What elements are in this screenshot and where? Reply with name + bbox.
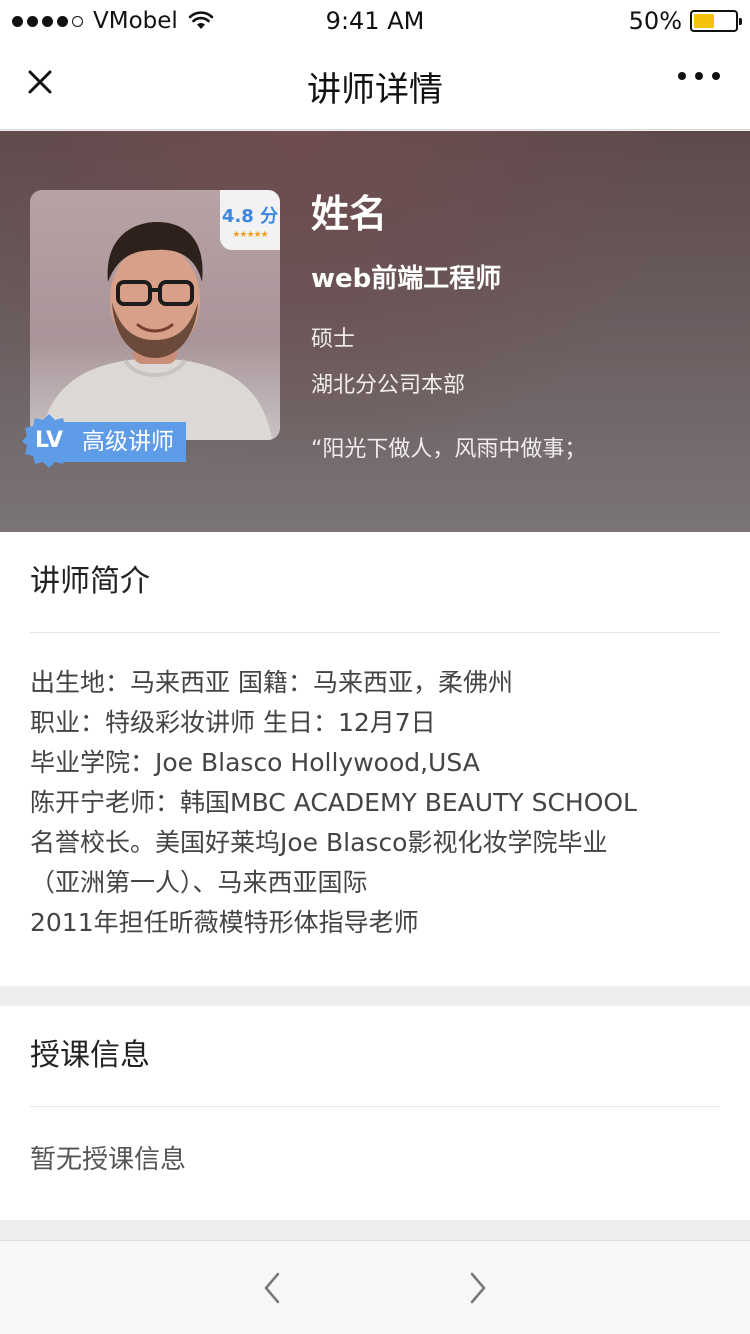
course-info-section: 授课信息 暂无授课信息	[0, 1006, 750, 1220]
back-arrow-icon[interactable]	[262, 1271, 282, 1305]
rating-score: 4.8 分	[221, 206, 279, 227]
battery-level-fill	[694, 14, 714, 28]
teacher-intro-section: 讲师简介 出生地：马来西亚 国籍：马来西亚，柔佛州 职业：特级彩妆讲师 生日：1…	[0, 532, 750, 986]
teacher-motto: “阳光下做人，风雨中做事；	[311, 437, 587, 462]
section-title: 授课信息	[30, 1006, 720, 1107]
intro-line: 陈开宁老师：韩国MBC ACADEMY BEAUTY SCHOOL	[30, 788, 637, 817]
page-title: 讲师详情	[307, 70, 443, 110]
course-empty-text: 暂无授课信息	[30, 1145, 187, 1175]
intro-line: 出生地：马来西亚 国籍：马来西亚，柔佛州	[30, 668, 513, 697]
rating-badge: 4.8 分 ★★★★★	[220, 190, 280, 250]
teacher-job-title: web前端工程师	[311, 264, 502, 294]
status-bar: VMobel 9:41 AM 50%	[0, 0, 750, 40]
intro-line: 名誉校长。美国好莱坞Joe Blasco影视化妆学院毕业	[30, 828, 608, 857]
intro-line: 毕业学院：Joe Blasco Hollywood,USA	[30, 748, 480, 777]
forward-arrow-icon[interactable]	[468, 1271, 488, 1305]
teacher-department: 湖北分公司本部	[311, 373, 466, 398]
intro-text: 出生地：马来西亚 国籍：马来西亚，柔佛州 职业：特级彩妆讲师 生日：12月7日 …	[0, 633, 750, 943]
section-title: 讲师简介	[30, 532, 720, 633]
intro-line: 职业：特级彩妆讲师 生日：12月7日	[30, 708, 436, 737]
browser-toolbar	[0, 1240, 750, 1334]
more-icon[interactable]	[678, 72, 720, 80]
navigation-bar: 讲师详情	[0, 40, 750, 130]
teacher-name: 姓名	[311, 192, 388, 236]
teacher-degree: 硕士	[311, 327, 356, 352]
level-label: 高级讲师	[60, 422, 186, 462]
intro-line: 2011年担任昕薇模特形体指导老师	[30, 908, 419, 937]
teacher-profile-header: 4.8 分 ★★★★★ 高级讲师 LV 姓名 web前端工程师 硕士 湖北分公司…	[0, 131, 750, 532]
battery-icon	[690, 10, 742, 32]
teacher-info: 姓名 web前端工程师 硕士 湖北分公司本部 “阳光下做人，风雨中做事；	[311, 190, 586, 463]
rating-stars: ★★★★★	[232, 230, 268, 240]
battery-percent: 50%	[628, 7, 682, 35]
intro-line: （亚洲第一人）、马来西亚国际	[30, 868, 368, 897]
level-badge-text: LV	[34, 428, 63, 453]
